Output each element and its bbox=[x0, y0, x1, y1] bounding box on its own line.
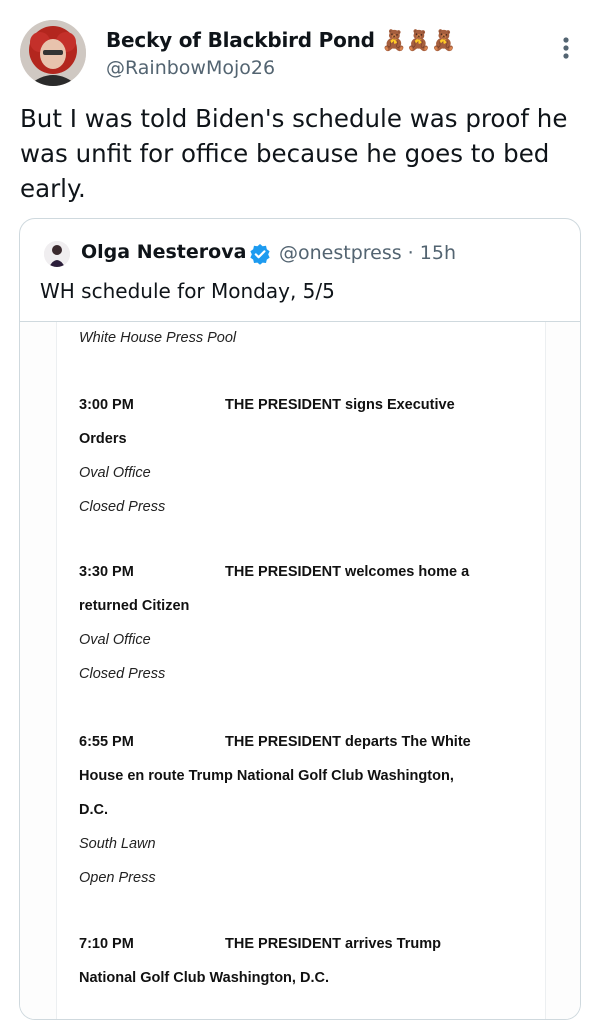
event-title-subject: THE PRESIDENT bbox=[225, 936, 342, 952]
schedule-image[interactable]: White House Press Pool 3:00 PM THE PRESI… bbox=[20, 321, 580, 1019]
quote-tweet-card[interactable]: Olga Nesterova @onestpress · 15h WH sche… bbox=[19, 218, 581, 1020]
quote-text: WH schedule for Monday, 5/5 bbox=[40, 279, 335, 303]
author-name[interactable]: Becky of Blackbird Pond 🧸🧸🧸 bbox=[106, 28, 456, 52]
more-vertical-icon[interactable] bbox=[556, 34, 576, 64]
quote-author-name[interactable]: Olga Nesterova bbox=[81, 241, 246, 263]
event-location: Oval Office bbox=[79, 465, 151, 481]
tweet-text: But I was told Biden's schedule was proo… bbox=[20, 101, 590, 206]
press-pool-line: White House Press Pool bbox=[79, 330, 237, 346]
event-title: THE PRESIDENT signs Executive bbox=[225, 397, 455, 413]
tweet-text-line: But I was told Biden's schedule was proo… bbox=[20, 104, 568, 133]
event-title: THE PRESIDENT welcomes home a bbox=[225, 564, 469, 580]
event-press: Closed Press bbox=[79, 666, 166, 682]
event-title-subject: THE PRESIDENT bbox=[225, 734, 342, 750]
event-title: THE PRESIDENT arrives Trump bbox=[225, 936, 441, 952]
event-title-action: signs Executive bbox=[341, 397, 455, 413]
event-time: 7:10 PM bbox=[79, 936, 134, 952]
author-avatar[interactable] bbox=[20, 20, 86, 86]
tweet-text-line: early. bbox=[20, 174, 86, 203]
verified-badge-icon bbox=[249, 243, 271, 265]
event-title-subject: THE PRESIDENT bbox=[225, 397, 342, 413]
event-press: Closed Press bbox=[79, 499, 166, 515]
event-title-continuation: National Golf Club Washington, D.C. bbox=[79, 970, 329, 986]
event-title-action: departs The White bbox=[341, 734, 471, 750]
tweet-text-line: was unfit for office because he goes to … bbox=[20, 139, 550, 168]
event-press: Open Press bbox=[79, 870, 156, 886]
event-location: Oval Office bbox=[79, 632, 151, 648]
event-title-subject: THE PRESIDENT bbox=[225, 564, 342, 580]
event-title-action: arrives Trump bbox=[341, 936, 441, 952]
schedule-document: White House Press Pool 3:00 PM THE PRESI… bbox=[56, 322, 546, 1019]
event-time: 6:55 PM bbox=[79, 734, 134, 750]
event-title-continuation: Orders bbox=[79, 431, 127, 447]
avatar-image bbox=[20, 20, 86, 86]
event-title-continuation: D.C. bbox=[79, 802, 108, 818]
author-handle[interactable]: @RainbowMojo26 bbox=[106, 57, 275, 79]
event-title: THE PRESIDENT departs The White bbox=[225, 734, 471, 750]
quote-author-avatar bbox=[44, 241, 70, 267]
event-location: South Lawn bbox=[79, 836, 156, 852]
event-time: 3:30 PM bbox=[79, 564, 134, 580]
event-time: 3:00 PM bbox=[79, 397, 134, 413]
quote-author-handle[interactable]: @onestpress · 15h bbox=[279, 242, 456, 264]
tweet: Becky of Blackbird Pond 🧸🧸🧸 @RainbowMojo… bbox=[0, 0, 599, 1020]
event-title-action: welcomes home a bbox=[341, 564, 470, 580]
event-title-continuation: House en route Trump National Golf Club … bbox=[79, 768, 454, 784]
event-title-continuation: returned Citizen bbox=[79, 598, 190, 614]
